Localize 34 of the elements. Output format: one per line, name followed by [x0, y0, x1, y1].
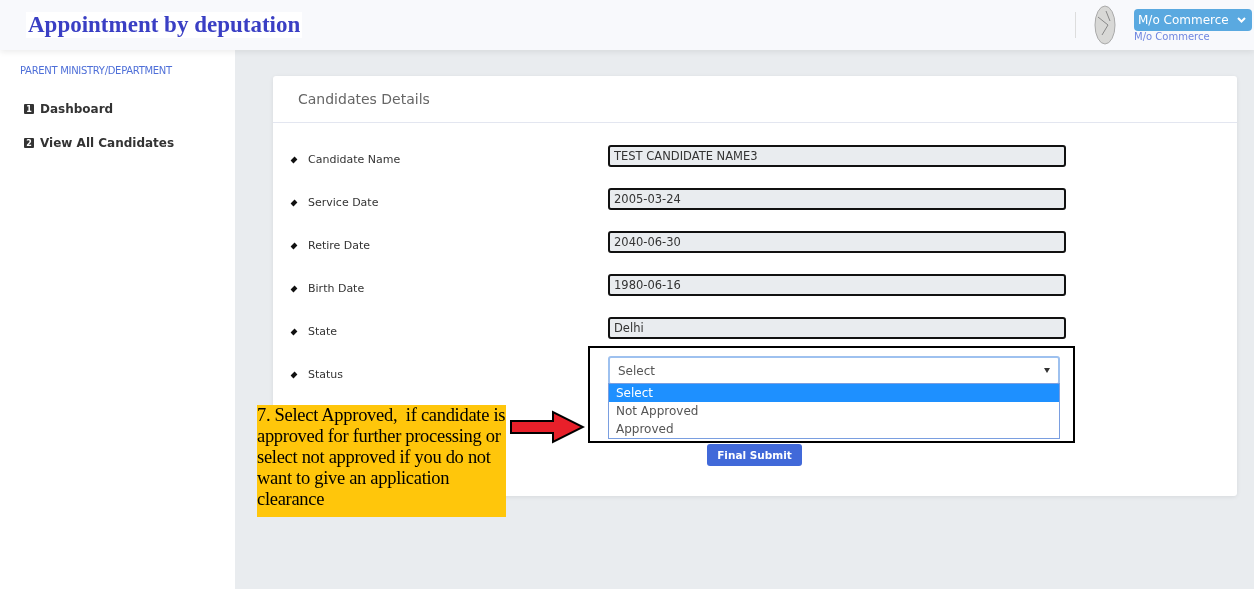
input-field[interactable]: 2040-06-30 — [608, 230, 1066, 253]
user-subtitle: M/o Commerce — [1134, 30, 1211, 42]
card-title: Candidates Details — [273, 76, 1237, 123]
number-icon: 2 — [24, 138, 34, 148]
annotation-note: 7. Select Approved, if candidate is approved for further processing or select not approved if you do not want to give an application clearance — [257, 405, 506, 517]
dropdown-option[interactable]: Approved — [609, 420, 1059, 438]
field-label: Candidate Name — [308, 152, 402, 166]
final-submit-button[interactable]: Final Submit — [707, 444, 802, 466]
field-label: Service Date — [308, 195, 380, 209]
input-field[interactable]: TEST CANDIDATE NAME3 — [608, 144, 1066, 167]
sidebar-item[interactable]: 2 View All Candidates — [0, 126, 235, 160]
bullet-icon — [290, 285, 298, 292]
bullet-icon — [290, 242, 298, 249]
avatar-icon — [1094, 5, 1116, 45]
input-field[interactable]: 2005-03-24 — [608, 187, 1066, 210]
sidebar-heading: PARENT MINISTRY/DEPARTMENT — [19, 65, 173, 76]
field-label: Birth Date — [308, 281, 366, 295]
bullet-icon — [290, 371, 298, 378]
dropdown-option[interactable]: Not Approved — [609, 402, 1059, 420]
bullet-icon — [290, 199, 298, 206]
dropdown-icon — [1044, 368, 1050, 373]
status-select[interactable]: Select — [608, 356, 1060, 385]
app-title: Appointment by deputation — [26, 12, 303, 38]
sidebar-item[interactable]: 1 Dashboard — [0, 92, 235, 126]
field-label: Status — [308, 367, 345, 381]
input-field[interactable]: 1980-06-16 — [608, 273, 1066, 296]
input-field[interactable]: Delhi — [608, 316, 1066, 339]
arrow-icon — [509, 410, 585, 444]
number-icon: 1 — [24, 104, 34, 114]
bullet-icon — [290, 156, 298, 163]
bullet-icon — [290, 328, 298, 335]
caret-icon — [1236, 16, 1246, 23]
field-label: Retire Date — [308, 238, 372, 252]
field-label: State — [308, 324, 339, 338]
